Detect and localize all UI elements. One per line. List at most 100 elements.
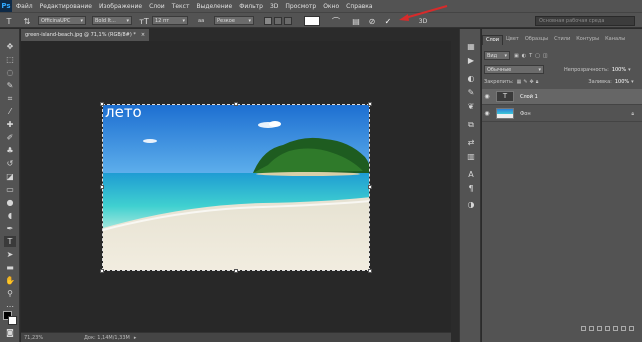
background-color-swatch[interactable] bbox=[8, 316, 17, 325]
move-tool-icon[interactable]: ✥ bbox=[4, 41, 16, 52]
tab-styles[interactable]: Стили bbox=[551, 35, 573, 45]
filter-pixel-icon[interactable]: ▣ bbox=[514, 53, 519, 59]
character-icon[interactable]: A bbox=[465, 169, 477, 180]
handle-middle-left[interactable] bbox=[100, 185, 104, 189]
canvas-area[interactable]: лето bbox=[21, 41, 451, 332]
font-size-select[interactable]: 12 пт ▾ bbox=[152, 16, 188, 25]
font-style-select[interactable]: Bold It... ▾ bbox=[92, 16, 132, 25]
add-mask-icon[interactable] bbox=[597, 326, 602, 331]
document-tab[interactable]: green-island-beach.jpg @ 71,1% (RGB/8#) … bbox=[21, 29, 150, 41]
path-selection-icon[interactable]: ➤ bbox=[4, 249, 16, 260]
menu-view[interactable]: Просмотр bbox=[285, 3, 316, 10]
font-family-select[interactable]: OfficinaUPC ▾ bbox=[38, 16, 86, 25]
workspace-select[interactable]: Основная рабочая среда bbox=[535, 16, 635, 26]
type-tool-icon[interactable]: T bbox=[4, 236, 16, 247]
layer-row-text[interactable]: ◉ T Слой 1 bbox=[482, 89, 642, 105]
warp-text-icon[interactable]: ⌒ bbox=[331, 16, 341, 26]
gradient-tool-icon[interactable]: ▭ bbox=[4, 184, 16, 195]
filter-adjustment-icon[interactable]: ◐ bbox=[522, 53, 526, 59]
menu-file[interactable]: Файл bbox=[16, 3, 33, 10]
handle-bottom-center[interactable] bbox=[234, 269, 238, 273]
tab-channels[interactable]: Каналы bbox=[602, 35, 628, 45]
brush-panel-icon[interactable]: ❦ bbox=[465, 101, 477, 112]
adjustment-layer-icon[interactable] bbox=[605, 326, 610, 331]
clone-stamp-icon[interactable]: ♣ bbox=[4, 145, 16, 156]
adjust-panel-icon[interactable]: ◐ bbox=[465, 73, 477, 84]
fill-value[interactable]: 100% bbox=[615, 79, 629, 85]
eye-icon[interactable]: ◉ bbox=[482, 110, 492, 117]
history-panel-icon[interactable]: ▦ bbox=[465, 41, 477, 52]
lock-position-icon[interactable]: ✥ bbox=[530, 79, 534, 85]
hand-tool-icon[interactable]: ✋ bbox=[4, 275, 16, 286]
3d-panel-icon[interactable]: ◑ bbox=[465, 199, 477, 210]
menu-3d[interactable]: 3D bbox=[270, 3, 278, 10]
handle-middle-right[interactable] bbox=[368, 185, 372, 189]
zoom-tool-icon[interactable]: ⚲ bbox=[4, 288, 16, 299]
filter-type-icon[interactable]: T bbox=[529, 53, 532, 59]
tab-color[interactable]: Цвет bbox=[503, 35, 522, 45]
new-group-icon[interactable] bbox=[613, 326, 618, 331]
handle-bottom-left[interactable] bbox=[100, 269, 104, 273]
delete-layer-icon[interactable] bbox=[629, 326, 634, 331]
history-brush-icon[interactable]: ↺ bbox=[4, 158, 16, 169]
character-panel-icon[interactable]: ▤ bbox=[351, 16, 361, 26]
status-arrow-icon[interactable]: ▸ bbox=[134, 335, 137, 341]
link-layers-icon[interactable] bbox=[581, 326, 586, 331]
clone-source-icon[interactable]: ⧉ bbox=[465, 119, 477, 130]
kind-filter-select[interactable]: Вид ▾ bbox=[484, 51, 510, 60]
handle-top-center[interactable] bbox=[234, 102, 238, 106]
eye-icon[interactable]: ◉ bbox=[482, 93, 492, 100]
filter-smart-icon[interactable]: ◫ bbox=[543, 53, 548, 59]
chevron-down-icon[interactable]: ▾ bbox=[631, 79, 634, 85]
tab-layers[interactable]: Слои bbox=[482, 35, 503, 45]
properties-icon[interactable]: ⇄ bbox=[465, 137, 477, 148]
toggle-orientation-icon[interactable]: ⇅ bbox=[22, 16, 32, 26]
commit-edits-icon[interactable]: ✓ bbox=[383, 16, 393, 26]
menu-type[interactable]: Текст bbox=[172, 3, 190, 10]
cancel-edits-icon[interactable]: ⊘ bbox=[367, 16, 377, 26]
quick-mask-icon[interactable]: ◙ bbox=[4, 327, 16, 338]
close-icon[interactable]: × bbox=[141, 32, 145, 38]
handle-top-right[interactable] bbox=[368, 102, 372, 106]
zoom-level[interactable]: 71,23% bbox=[24, 335, 64, 341]
actions-play-icon[interactable]: ▶ bbox=[465, 55, 477, 66]
menu-window[interactable]: Окно bbox=[323, 3, 339, 10]
align-right-button[interactable] bbox=[284, 17, 292, 25]
dodge-tool-icon[interactable]: ◖ bbox=[4, 210, 16, 221]
lock-pixels-icon[interactable]: ✎ bbox=[523, 79, 527, 85]
healing-brush-icon[interactable]: ✚ bbox=[4, 119, 16, 130]
paragraph-icon[interactable]: ¶ bbox=[465, 183, 477, 194]
handle-bottom-right[interactable] bbox=[368, 269, 372, 273]
layer-row-background[interactable]: ◉ Фон 🔒︎ bbox=[482, 106, 642, 122]
pen-tool-icon[interactable]: ✒ bbox=[4, 223, 16, 234]
opacity-value[interactable]: 100% bbox=[612, 67, 626, 73]
handle-top-left[interactable] bbox=[100, 102, 104, 106]
type-tool-preset-icon[interactable]: T bbox=[4, 16, 14, 26]
menu-select[interactable]: Выделение bbox=[196, 3, 232, 10]
eyedropper-tool-icon[interactable]: ⁄ bbox=[4, 106, 16, 117]
text-color-swatch[interactable] bbox=[304, 16, 320, 26]
quick-selection-icon[interactable]: ✎ bbox=[4, 80, 16, 91]
rectangle-tool-icon[interactable]: ▬ bbox=[4, 262, 16, 273]
lock-all-icon[interactable]: 🔒︎ bbox=[536, 79, 539, 85]
blur-tool-icon[interactable]: ● bbox=[4, 197, 16, 208]
menu-layers[interactable]: Слои bbox=[149, 3, 165, 10]
layer-style-icon[interactable] bbox=[589, 326, 594, 331]
layer-name[interactable]: Фон bbox=[520, 111, 531, 117]
blend-mode-select[interactable]: Обычные ▾ bbox=[484, 65, 544, 74]
document-canvas[interactable]: лето bbox=[102, 104, 370, 271]
lock-transparent-icon[interactable]: ▦ bbox=[517, 79, 522, 85]
info-panel-icon[interactable]: ▥ bbox=[465, 151, 477, 162]
brush-tool-icon[interactable]: ✐ bbox=[4, 132, 16, 143]
marquee-tool-icon[interactable]: ⬚ bbox=[4, 54, 16, 65]
tab-swatches[interactable]: Образцы bbox=[522, 35, 551, 45]
brush-presets-icon[interactable]: ✎ bbox=[465, 87, 477, 98]
lasso-tool-icon[interactable]: ◌ bbox=[4, 67, 16, 78]
chevron-down-icon[interactable]: ▾ bbox=[628, 67, 631, 73]
crop-tool-icon[interactable]: ⌗ bbox=[4, 93, 16, 104]
layer-name[interactable]: Слой 1 bbox=[520, 94, 538, 100]
text-layer-content[interactable]: лето bbox=[105, 105, 142, 121]
menu-filter[interactable]: Фильтр bbox=[239, 3, 263, 10]
menu-image[interactable]: Изображение bbox=[99, 3, 142, 10]
align-center-button[interactable] bbox=[274, 17, 282, 25]
